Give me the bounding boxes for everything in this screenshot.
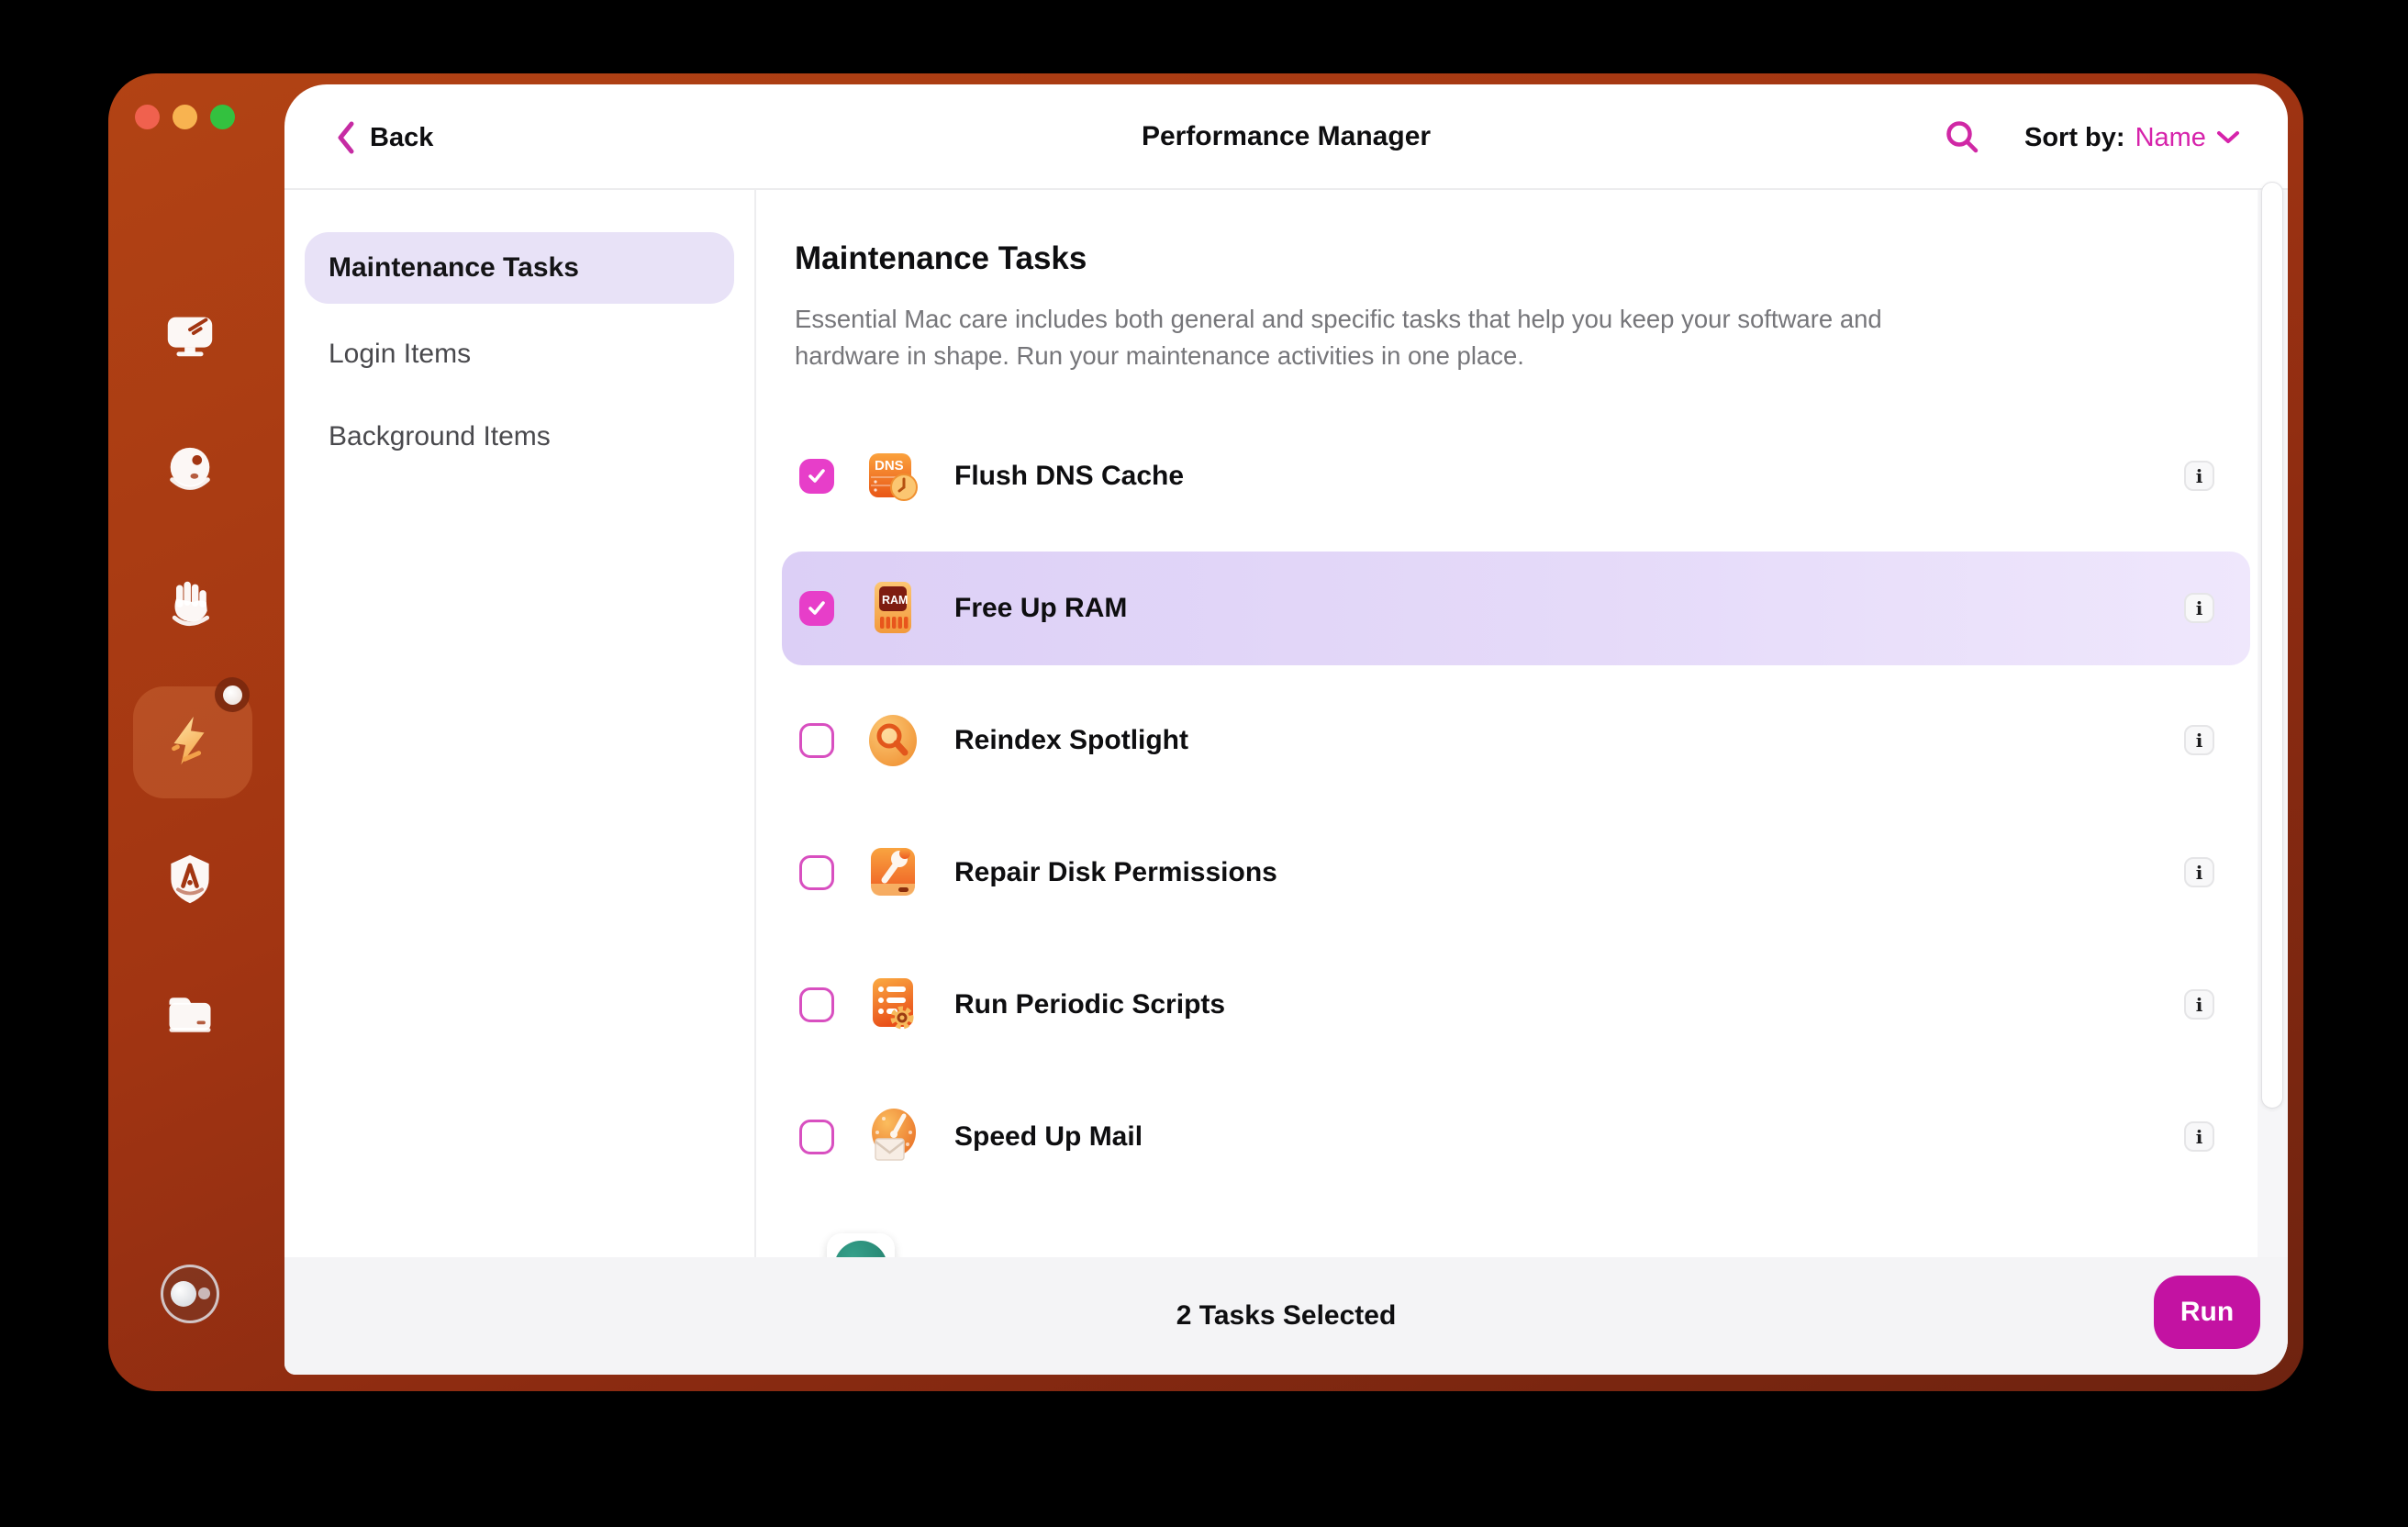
spotlight-magnifier-icon [864, 711, 922, 770]
section-nav: Maintenance Tasks Login Items Background… [284, 190, 756, 1257]
footer-bar: 2 Tasks Selected Run [284, 1257, 2288, 1375]
traffic-lights [135, 105, 235, 129]
chevron-down-icon [2216, 131, 2239, 143]
notification-dot [215, 677, 250, 712]
assistant-avatar-icon [161, 1265, 219, 1323]
close-window-button[interactable] [135, 105, 160, 129]
ram-chip-icon: RAM [864, 579, 922, 638]
task-label: Run Periodic Scripts [954, 989, 1226, 1020]
disk-wrench-icon [864, 843, 922, 902]
checkbox-unchecked[interactable] [799, 1120, 834, 1154]
task-row[interactable]: Repair Disk Permissions i [782, 816, 2250, 930]
page-title: Performance Manager [1141, 120, 1432, 151]
smart-scan-orb-icon [170, 447, 210, 490]
task-label: Flush DNS Cache [954, 461, 1185, 491]
main-panel: Performance Manager Back Sort by: Name M… [284, 84, 2288, 1375]
zoom-window-button[interactable] [210, 105, 235, 129]
assistant-avatar-button[interactable] [146, 1250, 234, 1338]
task-label: Reindex Spotlight [954, 725, 1188, 755]
scrollbar-thumb[interactable] [2261, 182, 2283, 1109]
svg-text:DNS: DNS [875, 458, 904, 474]
monitor-cleanup-icon [167, 317, 213, 357]
nav-item-login-items[interactable]: Login Items [305, 318, 734, 390]
svg-text:RAM: RAM [882, 594, 908, 607]
search-icon [1946, 121, 1979, 153]
sort-by-label: Sort by: [2024, 122, 2125, 152]
content-description: Essential Mac care includes both general… [795, 305, 1882, 370]
task-label: Repair Disk Permissions [954, 857, 1277, 887]
content-title: Maintenance Tasks [795, 240, 1087, 276]
nav-item-label: Login Items [329, 339, 472, 369]
nav-item-label: Maintenance Tasks [329, 252, 579, 283]
task-row[interactable]: Run Periodic Scripts i [782, 948, 2250, 1062]
scripts-gear-icon [864, 975, 922, 1034]
nav-item-maintenance-tasks[interactable]: Maintenance Tasks [305, 232, 734, 304]
checkmark-icon [808, 601, 825, 615]
info-button[interactable]: i [2184, 857, 2214, 887]
search-button[interactable] [1941, 116, 1985, 160]
info-button[interactable]: i [2184, 593, 2214, 623]
back-button[interactable]: Back [336, 112, 433, 163]
info-button[interactable]: i [2184, 725, 2214, 755]
mail-speedometer-icon [864, 1108, 922, 1166]
checkbox-unchecked[interactable] [799, 723, 834, 758]
tasks-selected-status: 2 Tasks Selected [1176, 1300, 1397, 1331]
sort-by-value[interactable]: Name [2135, 123, 2206, 153]
checkbox-checked[interactable] [799, 459, 834, 494]
privacy-hand-icon [172, 581, 210, 627]
run-button[interactable]: Run [2154, 1276, 2260, 1349]
performance-bolt-icon [172, 716, 205, 765]
checkbox-checked[interactable] [799, 591, 834, 626]
info-button[interactable]: i [2184, 1121, 2214, 1152]
info-button[interactable]: i [2184, 461, 2214, 491]
dns-clock-icon: DNS [864, 447, 922, 506]
app-window: Performance Manager Back Sort by: Name M… [108, 73, 2303, 1391]
task-label: Speed Up Mail [954, 1121, 1143, 1152]
checkmark-icon [808, 469, 825, 483]
sort-by-control[interactable]: Sort by: Name [2024, 114, 2240, 162]
sidebar-item-cleanup[interactable] [146, 291, 234, 379]
sidebar-item-applications[interactable] [146, 835, 234, 923]
task-row[interactable]: Reindex Spotlight i [782, 684, 2250, 797]
sidebar-item-privacy[interactable] [146, 562, 234, 650]
files-folder-icon [169, 998, 211, 1032]
nav-item-background-items[interactable]: Background Items [305, 401, 734, 473]
back-label: Back [370, 122, 434, 152]
info-button[interactable]: i [2184, 989, 2214, 1020]
sidebar-item-smart-scan[interactable] [146, 427, 234, 515]
chevron-left-icon [338, 121, 354, 154]
application-shield-icon [171, 854, 209, 904]
task-row[interactable]: Speed Up Mail i [782, 1080, 2250, 1194]
task-row-selected[interactable]: RAM Free Up RAM i [782, 552, 2250, 665]
minimize-window-button[interactable] [173, 105, 197, 129]
sidebar-item-files[interactable] [146, 970, 234, 1058]
task-label: Free Up RAM [954, 593, 1128, 623]
checkbox-unchecked[interactable] [799, 855, 834, 890]
nav-item-label: Background Items [329, 421, 551, 451]
sidebar-item-performance[interactable] [146, 697, 234, 786]
task-row[interactable]: DNS Flush DNS Cache i [782, 419, 2250, 533]
checkbox-unchecked[interactable] [799, 987, 834, 1022]
